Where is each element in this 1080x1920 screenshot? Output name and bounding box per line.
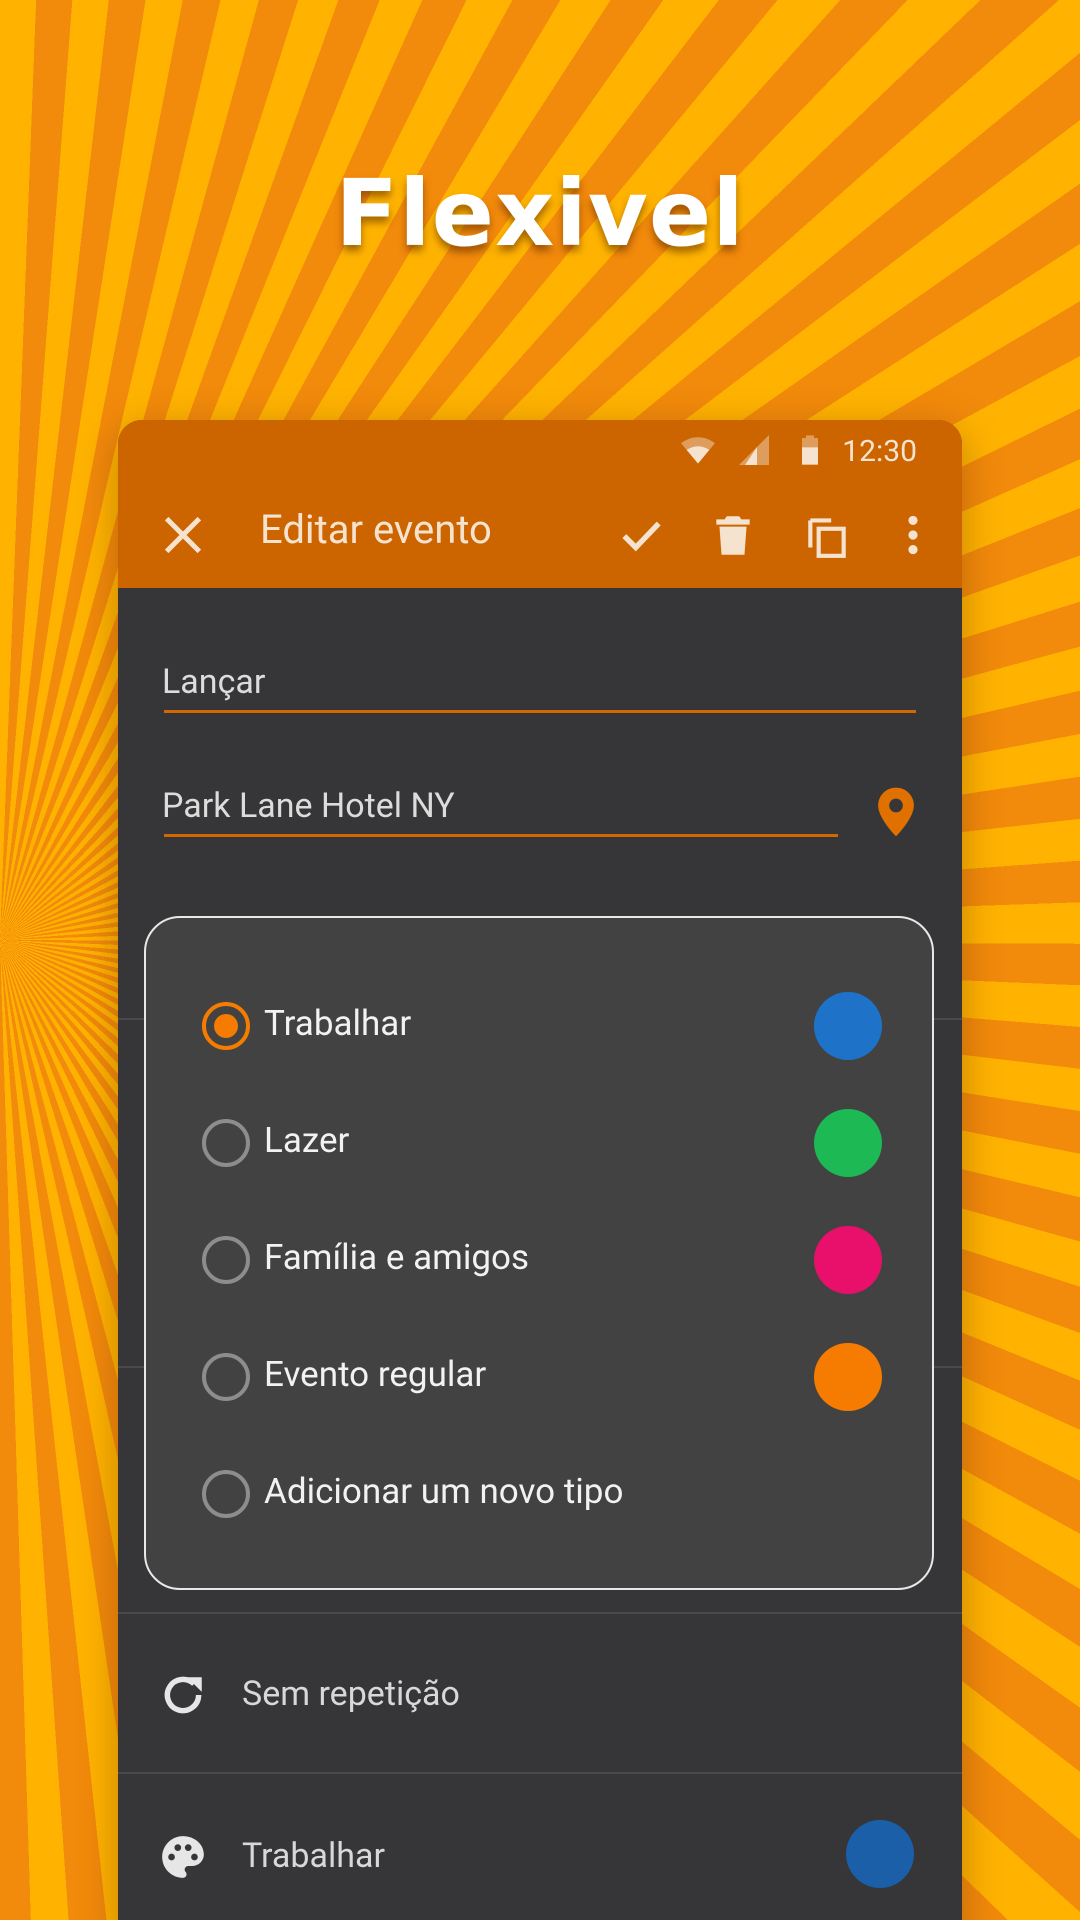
repeat-row-label[interactable]: Sem repetição	[242, 1674, 460, 1714]
event-type-option-label: Trabalhar	[264, 1003, 412, 1044]
event-type-option[interactable]: Trabalhar	[202, 986, 882, 1066]
promo-headline: Flexivel	[335, 160, 745, 267]
event-location-underline	[164, 834, 838, 837]
event-type-option-label: Família e amigos	[264, 1237, 530, 1278]
wifi-icon	[681, 437, 715, 464]
event-type-color-dot	[814, 1343, 882, 1411]
color-palette-icon	[162, 1836, 204, 1878]
radio-button[interactable]	[202, 1236, 250, 1284]
map-pin-icon[interactable]	[876, 786, 916, 838]
delete-trash-icon[interactable]	[708, 510, 758, 560]
more-options-icon[interactable]	[888, 510, 938, 560]
duplicate-copy-icon[interactable]	[802, 510, 852, 560]
event-title-underline	[164, 710, 916, 713]
event-type-color-dot	[814, 1109, 882, 1177]
event-type-option-label: Lazer	[264, 1120, 350, 1161]
event-location-field[interactable]: Park Lane Hotel NY	[162, 786, 455, 826]
event-type-row-label[interactable]: Trabalhar	[242, 1836, 385, 1876]
app-toolbar: Editar evento	[118, 480, 962, 588]
repeat-refresh-icon	[164, 1676, 202, 1714]
event-title-field[interactable]: Lançar	[162, 662, 265, 702]
close-icon[interactable]	[158, 510, 208, 560]
status-time: 12:30	[842, 434, 917, 469]
divider	[118, 1612, 962, 1614]
event-type-option[interactable]: Evento regular	[202, 1337, 882, 1417]
event-type-color-dot	[814, 992, 882, 1060]
toolbar-title: Editar evento	[260, 506, 492, 553]
event-type-dialog: Trabalhar Lazer Família e amigos Evento …	[144, 916, 934, 1590]
divider	[118, 1772, 962, 1774]
radio-button[interactable]	[202, 1470, 250, 1518]
event-type-color-dot	[814, 1226, 882, 1294]
event-type-option[interactable]: Lazer	[202, 1103, 882, 1183]
event-type-option-label: Evento regular	[264, 1354, 487, 1395]
save-check-icon[interactable]	[616, 510, 666, 560]
event-type-option[interactable]: Família e amigos	[202, 1220, 882, 1300]
add-event-type-option[interactable]: Adicionar um novo tipo	[202, 1454, 882, 1534]
radio-button[interactable]	[202, 1002, 250, 1050]
radio-button[interactable]	[202, 1119, 250, 1167]
radio-button[interactable]	[202, 1353, 250, 1401]
event-type-color-dot	[846, 1820, 914, 1888]
status-bar: 12:30	[118, 420, 962, 480]
add-event-type-label: Adicionar um novo tipo	[264, 1471, 624, 1512]
cellular-signal-icon	[739, 435, 769, 465]
battery-icon	[802, 435, 818, 465]
